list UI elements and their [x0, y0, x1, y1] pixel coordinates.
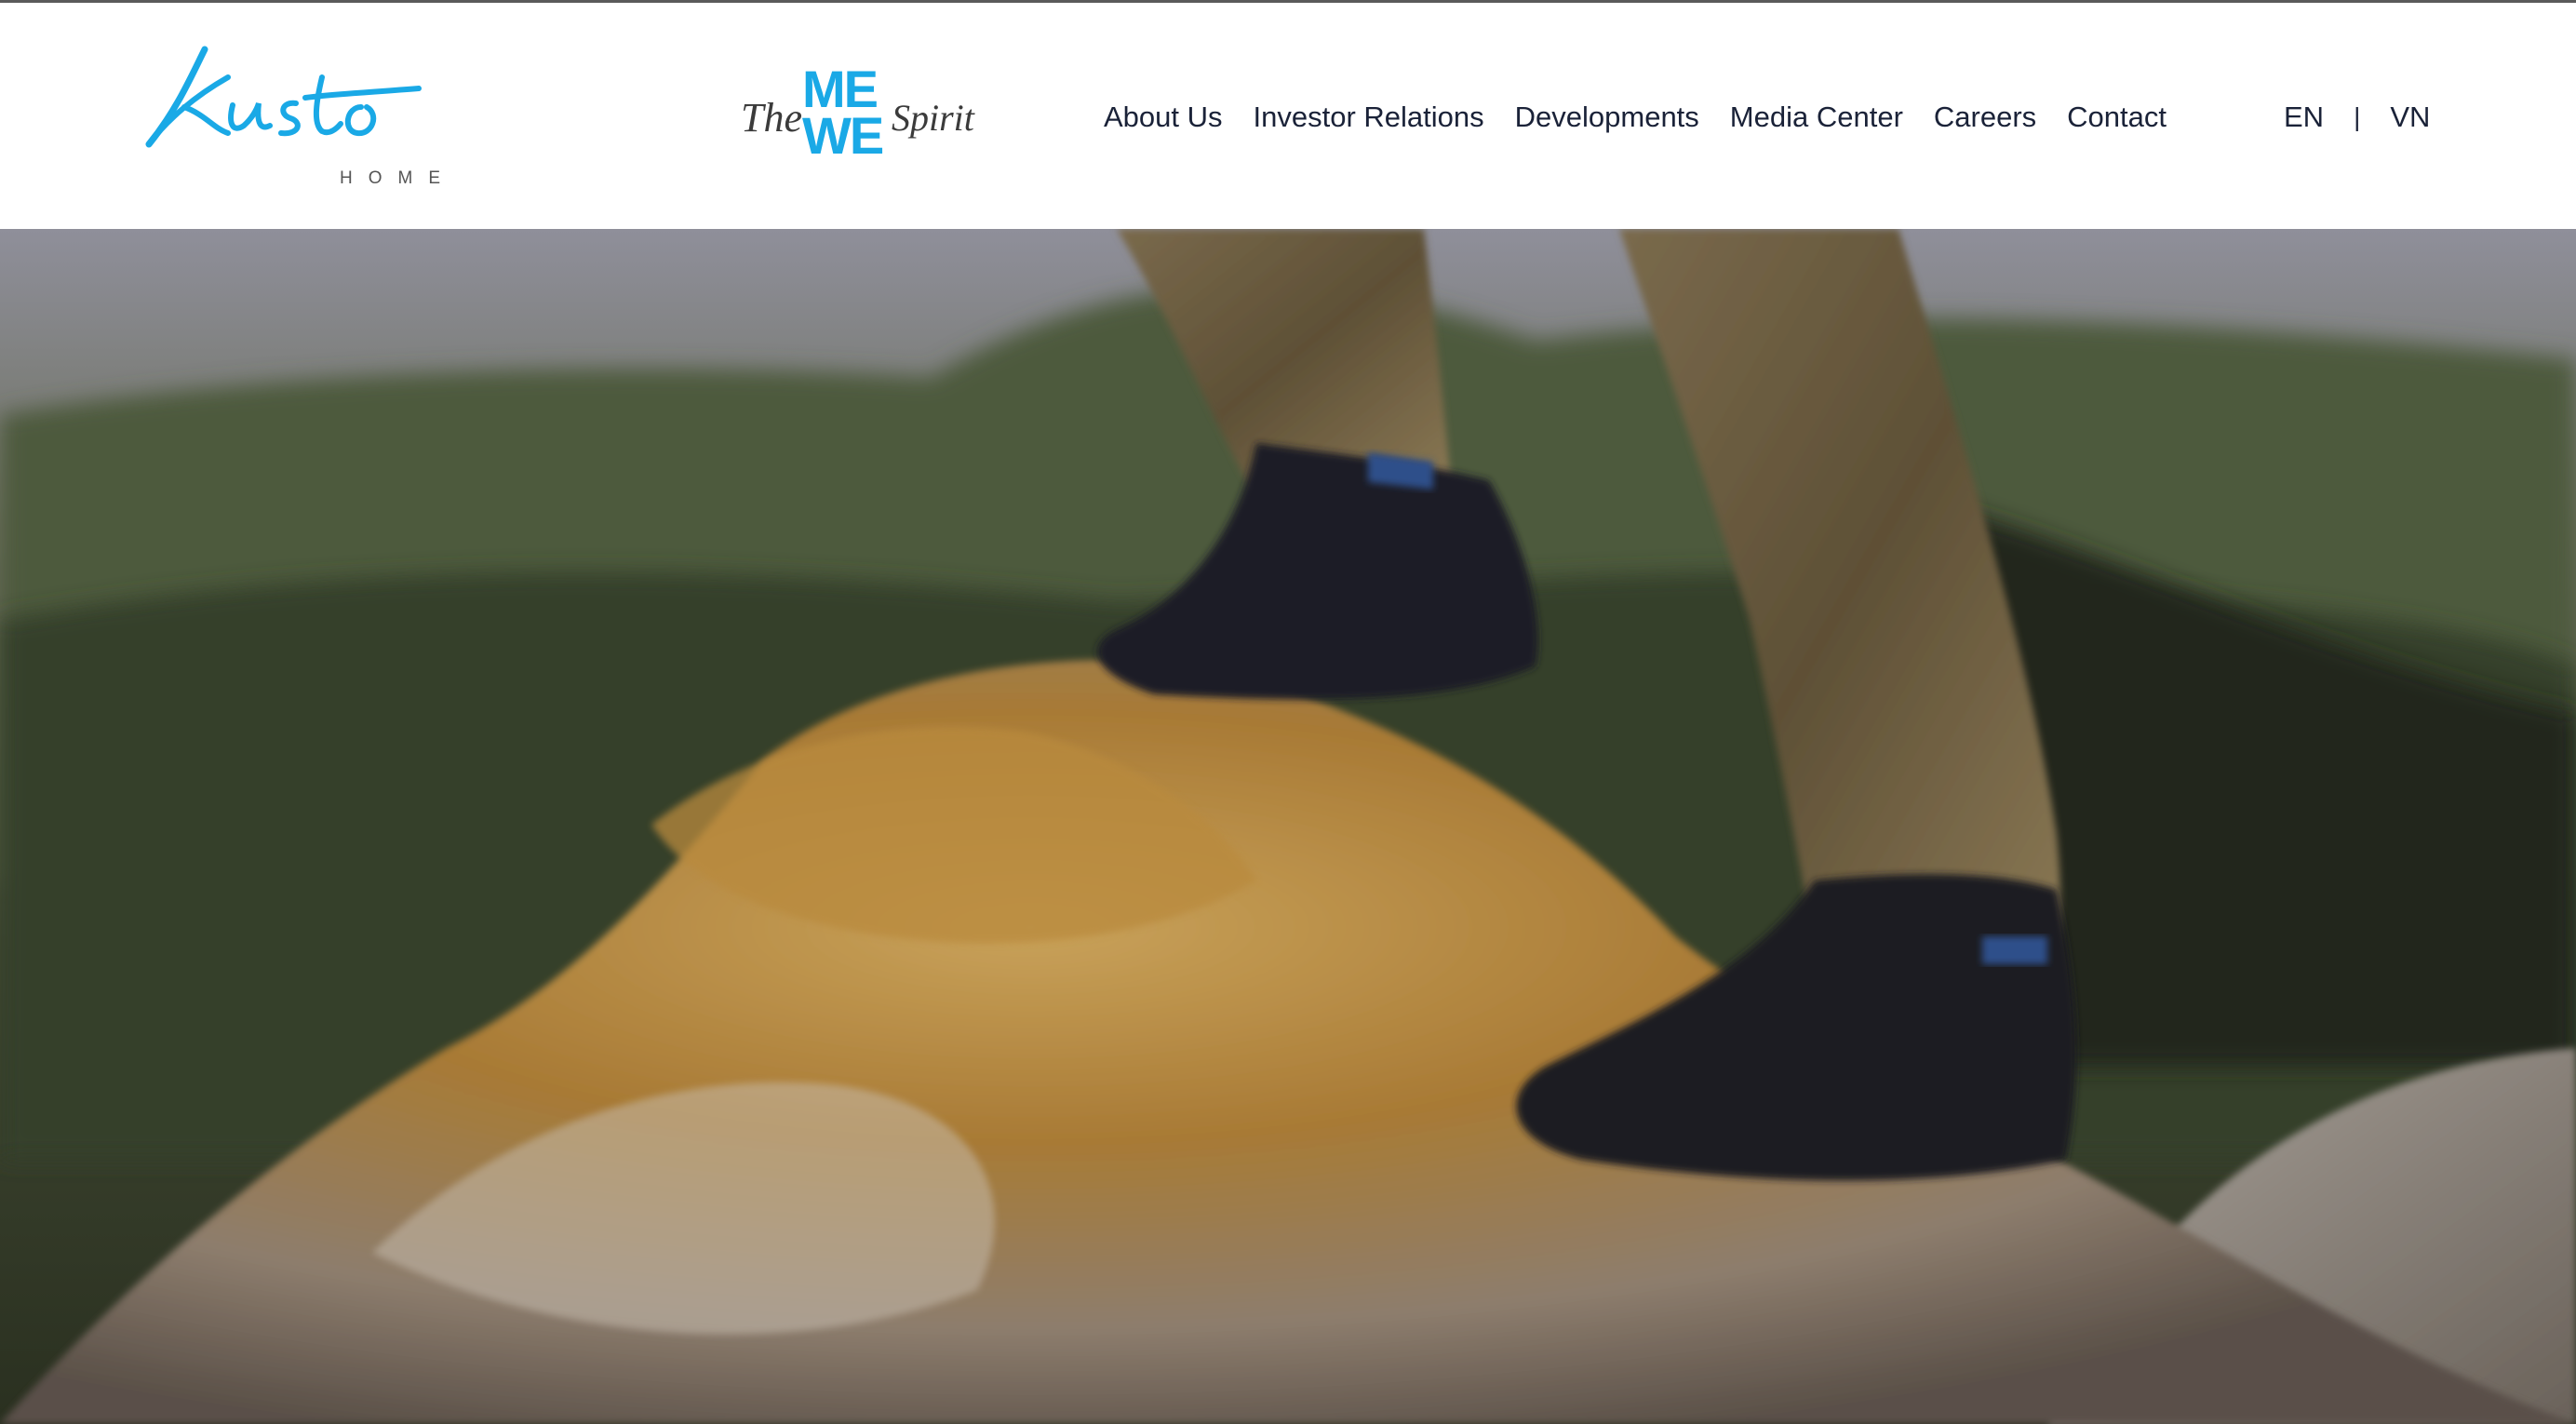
language-switcher: EN | VN [2284, 94, 2430, 141]
lang-separator: | [2354, 102, 2361, 131]
nav-investor-relations[interactable]: Investor Relations [1254, 101, 1484, 134]
spirit-the-text: The [741, 95, 802, 141]
me-we-spirit-logo[interactable]: The ME WE Spirit [735, 63, 1005, 168]
nav-about-us[interactable]: About Us [1104, 101, 1223, 134]
hero-video[interactable] [0, 229, 2576, 1424]
spirit-script-text: Spirit [892, 97, 974, 139]
site-header: HOME The ME WE Spirit About Us Investor … [0, 0, 2576, 229]
mewe-wordmark: ME WE [802, 63, 895, 165]
kusto-home-logo[interactable]: HOME [140, 40, 456, 198]
lang-vn[interactable]: VN [2390, 101, 2430, 134]
mewe-we: WE [802, 106, 884, 165]
nav-developments[interactable]: Developments [1515, 101, 1699, 134]
nav-contact[interactable]: Contact [2067, 101, 2167, 134]
main-nav: About Us Investor Relations Developments… [1104, 94, 2197, 141]
nav-careers[interactable]: Careers [1934, 101, 2036, 134]
logo-subtitle: HOME [340, 168, 456, 188]
lang-en[interactable]: EN [2284, 101, 2324, 134]
hero-image [0, 229, 2576, 1424]
nav-media-center[interactable]: Media Center [1730, 101, 1903, 134]
kusto-logo-mark [145, 46, 422, 148]
